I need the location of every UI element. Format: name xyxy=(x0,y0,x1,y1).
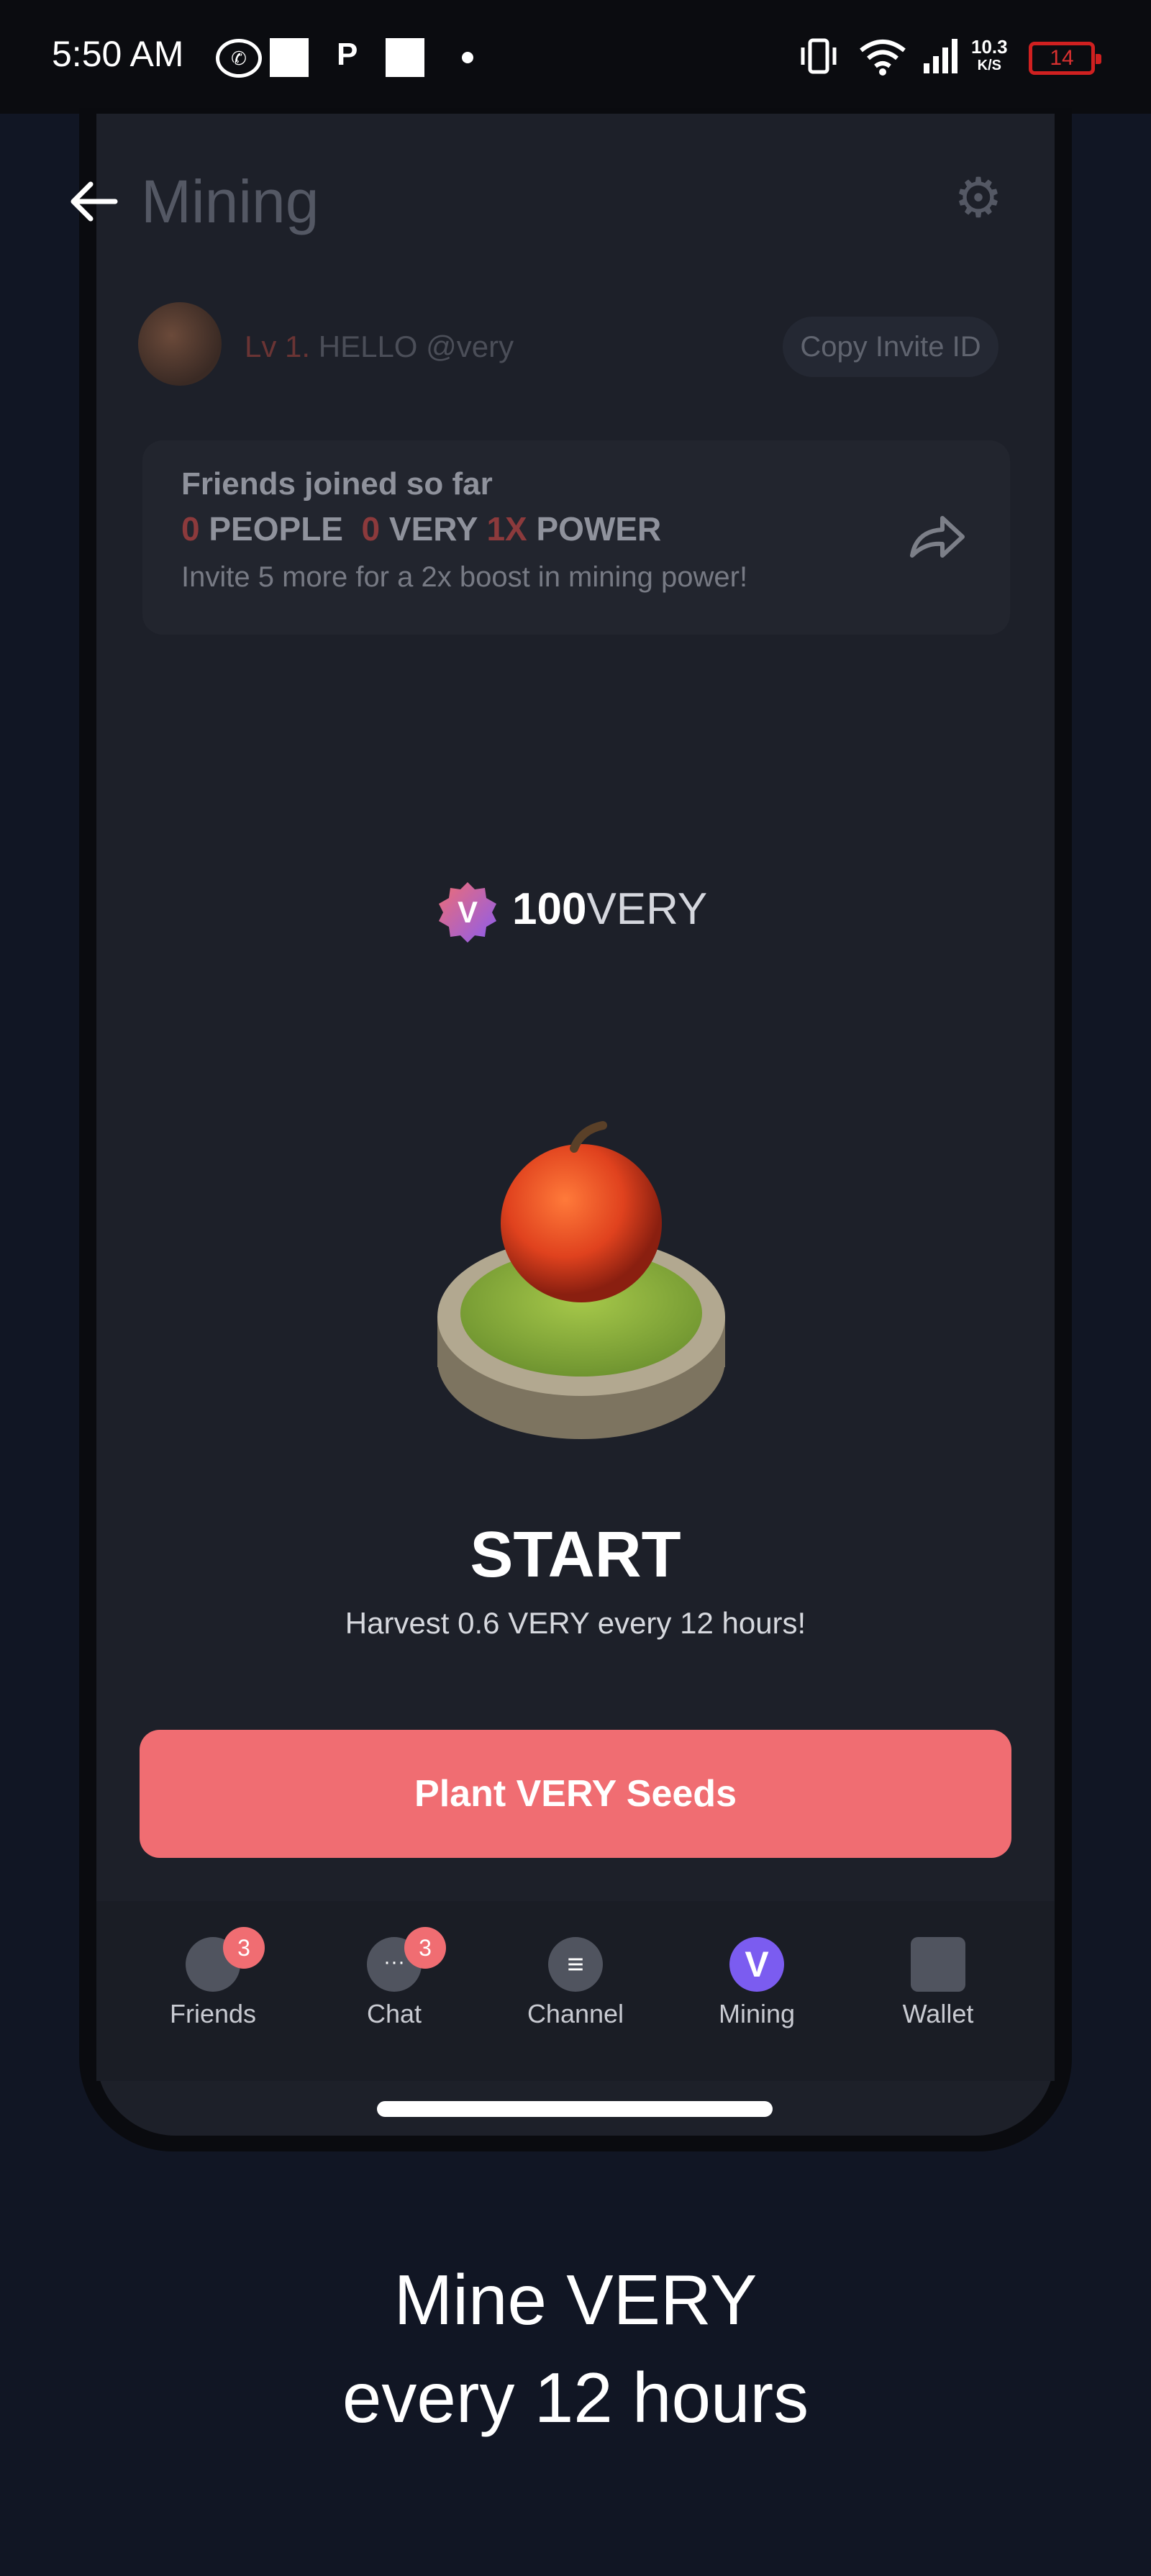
friends-card-title: Friends joined so far xyxy=(181,466,493,502)
seed-pedestal-illustration xyxy=(430,1079,732,1453)
home-indicator[interactable] xyxy=(377,2101,773,2117)
mining-status: START xyxy=(470,1519,681,1591)
copy-invite-id-button[interactable]: Copy Invite ID xyxy=(783,317,998,377)
user-greeting: Lv 1. HELLO @very xyxy=(245,330,514,363)
back-arrow-icon[interactable] xyxy=(65,173,122,230)
avatar[interactable] xyxy=(138,302,222,386)
plant-seeds-button[interactable]: Plant VERY Seeds xyxy=(140,1730,1011,1858)
whatsapp-icon: ✆ xyxy=(216,39,262,78)
friends-card-subtitle: Invite 5 more for a 2x boost in mining p… xyxy=(181,561,748,593)
promo-tagline: Mine VERY every 12 hours xyxy=(342,2260,809,2437)
very-coin-icon: V xyxy=(435,879,501,945)
gear-icon[interactable]: ⚙ xyxy=(950,170,1007,227)
signal-icon xyxy=(921,36,961,73)
status-time: 5:50 AM xyxy=(52,34,184,74)
share-icon[interactable] xyxy=(905,504,970,568)
nav-item-friends[interactable]: 3 Friends xyxy=(141,1927,285,2036)
channel-icon: ≡ xyxy=(548,1937,603,1992)
chat-badge: 3 xyxy=(404,1927,446,1969)
notification-square-icon xyxy=(270,38,309,77)
svg-text:V: V xyxy=(458,895,478,929)
nav-item-wallet[interactable]: Wallet xyxy=(866,1928,1010,2036)
friends-stats: 0 PEOPLE 0 VERY 1X POWER xyxy=(181,510,662,548)
more-notifications-dot xyxy=(462,52,473,63)
nav-item-chat[interactable]: ··· 3 Chat xyxy=(322,1927,466,2036)
notification-square-icon-2 xyxy=(386,38,424,77)
mining-icon: V xyxy=(729,1937,784,1992)
nav-item-mining[interactable]: V Mining xyxy=(685,1928,829,2036)
nav-item-channel[interactable]: ≡ Channel xyxy=(504,1928,647,2036)
vibrate-icon xyxy=(797,36,840,74)
very-balance: 100VERY xyxy=(512,884,708,934)
network-speed: 10.3 K/S xyxy=(971,36,1008,73)
friends-badge: 3 xyxy=(223,1927,265,1969)
mining-description: Harvest 0.6 VERY every 12 hours! xyxy=(345,1606,806,1640)
wallet-icon xyxy=(911,1937,965,1992)
wifi-icon xyxy=(857,36,908,76)
page-title: Mining xyxy=(141,168,319,235)
p-notification-icon: P xyxy=(337,37,358,72)
battery-indicator: 14 xyxy=(1029,42,1101,75)
